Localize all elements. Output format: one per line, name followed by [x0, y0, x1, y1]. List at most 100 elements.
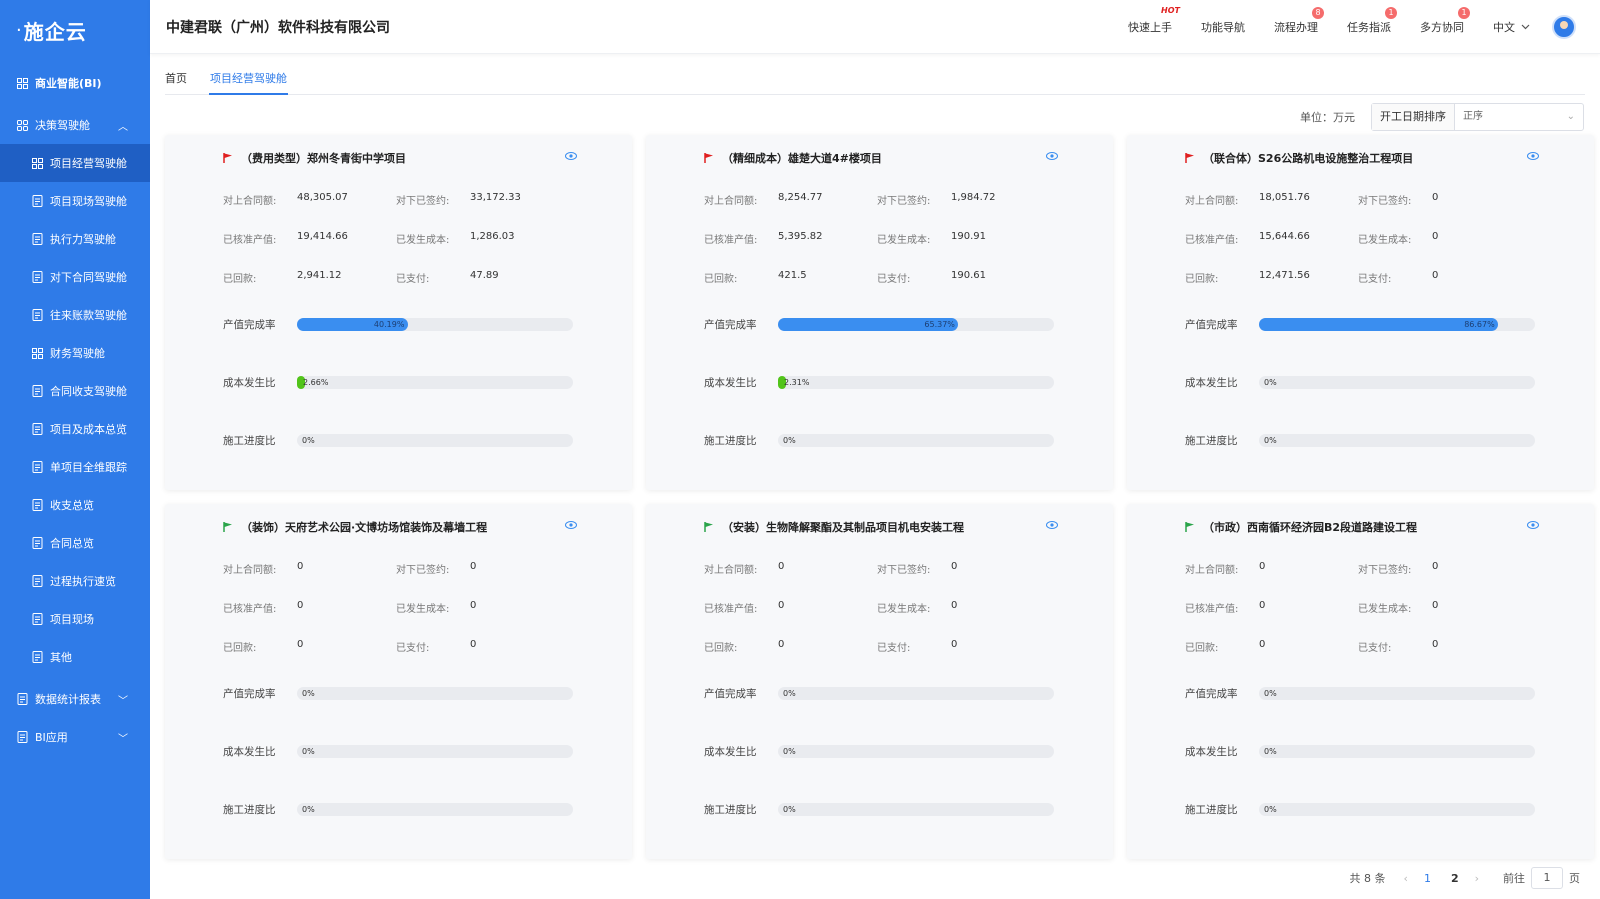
metric-received: 已回款: 2,941.12: [223, 270, 342, 285]
progress-text: 0%: [302, 689, 315, 698]
metric-label: 对下已签约:: [396, 196, 450, 207]
next-page-icon[interactable]: ›: [1475, 872, 1479, 885]
metric-paid: 已支付: 0: [877, 639, 957, 654]
bar-label: 产值完成率: [704, 319, 757, 331]
metric-value: 0: [1432, 639, 1439, 650]
flag-icon: [1185, 153, 1194, 163]
progress-text: 0%: [783, 805, 796, 814]
project-card[interactable]: （精细成本）雄楚大道4#楼项目 对上合同额: 8,254.77 对下已签约: 1,984…: [646, 135, 1113, 490]
sidebar-item-4[interactable]: 执行力驾驶舱: [0, 220, 150, 258]
progress-text: 0%: [783, 689, 796, 698]
metric-label: 已回款:: [223, 643, 257, 654]
metric-label: 已回款:: [1185, 274, 1219, 285]
sidebar-item-14[interactable]: 项目现场: [0, 600, 150, 638]
metric-value: 48,305.07: [297, 192, 348, 203]
project-card[interactable]: （安装）生物降解聚酯及其制品项目机电安装工程 对上合同额: 0 对下已签约: 0 已核准产…: [646, 504, 1113, 859]
sidebar-item-17[interactable]: BI应用 ﹀: [0, 718, 150, 756]
sidebar-item-label: 对下合同驾驶舱: [50, 271, 127, 284]
metric-value: 421.5: [778, 270, 807, 281]
project-card[interactable]: （费用类型）郑州冬青街中学项目 对上合同额: 48,305.07 对下已签约: 33,1…: [165, 135, 632, 490]
metric-paid: 已支付: 0: [396, 639, 476, 654]
bar-cost_ratio: 成本发生比 0%: [223, 744, 573, 759]
prev-page-icon[interactable]: ‹: [1404, 872, 1408, 885]
project-card[interactable]: （联合体）S26公路机电设施整治工程项目 对上合同额: 18,051.76 对下已签约…: [1127, 135, 1594, 490]
sidebar-item-13[interactable]: 过程执行速览: [0, 562, 150, 600]
sidebar-item-11[interactable]: 收支总览: [0, 486, 150, 524]
flag-icon: [1185, 522, 1194, 532]
nav-quick-start-label: 快速上手: [1128, 21, 1172, 34]
metric-label: 对下已签约:: [1358, 196, 1412, 207]
progress-track: 0%: [297, 687, 573, 700]
tab-project-cockpit[interactable]: 项目经营驾驶舱: [209, 60, 288, 95]
toolbar: 单位：万元 开工日期排序 正序 ⌄: [1300, 103, 1584, 131]
sidebar-item-0[interactable]: 商业智能(BI): [0, 60, 150, 106]
goto-page-input[interactable]: 1: [1531, 867, 1563, 889]
tab-home[interactable]: 首页: [165, 60, 187, 95]
sidebar-item-2[interactable]: 项目经营驾驶舱: [0, 144, 150, 182]
metric-approved_output: 已核准产值: 15,644.66: [1185, 231, 1310, 246]
project-card[interactable]: （装饰）天府艺术公园·文博坊场馆装饰及幕墙工程 对上合同额: 0 对下已签约: 0 已核准…: [165, 504, 632, 859]
sidebar-item-16[interactable]: 数据统计报表 ﹀: [0, 680, 150, 718]
metric-value: 0: [951, 561, 958, 572]
cube-icon: [30, 650, 44, 664]
sidebar-item-label: 项目现场驾驶舱: [50, 195, 127, 208]
metric-value: 0: [778, 561, 785, 572]
dashboard-icon: [15, 118, 29, 132]
sidebar-item-label: 过程执行速览: [50, 575, 116, 588]
logo[interactable]: · 施企云: [0, 0, 150, 60]
nav-function-guide[interactable]: 功能导航: [1201, 19, 1245, 35]
progress-track: 2.66%: [297, 376, 573, 389]
eye-icon[interactable]: [565, 152, 577, 160]
page-1[interactable]: 1: [1424, 872, 1431, 885]
nav-quick-start[interactable]: 快速上手 HOT: [1128, 6, 1180, 35]
company-name: 中建君联（广州）软件科技有限公司: [166, 19, 390, 36]
project-card[interactable]: （市政）西南循环经济园B2段道路建设工程 对上合同额: 0 对下已签约: 0 已核准产值:…: [1127, 504, 1594, 859]
metric-label: 已回款:: [704, 643, 738, 654]
sidebar-item-7[interactable]: 财务驾驶舱: [0, 334, 150, 372]
metric-label: 对上合同额:: [704, 565, 758, 576]
bar-label: 产值完成率: [223, 688, 276, 700]
sidebar-item-15[interactable]: 其他: [0, 638, 150, 676]
sidebar-item-12[interactable]: 合同总览: [0, 524, 150, 562]
logo-dot: ·: [16, 19, 22, 41]
progress-text: 2.66%: [303, 378, 329, 387]
metric-paid: 已支付: 47.89: [396, 270, 499, 285]
metric-label: 对下已签约:: [396, 565, 450, 576]
page-2[interactable]: 2: [1451, 872, 1459, 885]
sort-order-select[interactable]: 正序 ⌄: [1455, 104, 1583, 130]
language-selector[interactable]: 中文: [1493, 19, 1530, 35]
sidebar-item-label: BI应用: [35, 731, 68, 744]
user-avatar[interactable]: [1552, 15, 1576, 39]
sidebar-item-8[interactable]: 合同收支驾驶舱: [0, 372, 150, 410]
nav-collaboration[interactable]: 多方协同 1: [1420, 7, 1470, 35]
progress-text: 0%: [1264, 747, 1277, 756]
metric-value: 18,051.76: [1259, 192, 1310, 203]
metric-value: 8,254.77: [778, 192, 823, 203]
contract-icon: [30, 536, 44, 550]
sidebar-item-3[interactable]: 项目现场驾驶舱: [0, 182, 150, 220]
metric-value: 0: [1432, 561, 1439, 572]
metric-received: 已回款: 0: [223, 639, 303, 654]
metric-label: 已核准产值:: [704, 235, 758, 246]
nav-process-handling[interactable]: 流程办理 8: [1274, 7, 1324, 35]
progress-text: 0%: [1264, 436, 1277, 445]
progress-text: 0%: [783, 436, 796, 445]
eye-icon[interactable]: [565, 521, 577, 529]
eye-icon[interactable]: [1527, 152, 1539, 160]
sidebar-item-5[interactable]: 对下合同驾驶舱: [0, 258, 150, 296]
sidebar-item-6[interactable]: 往来账款驾驶舱: [0, 296, 150, 334]
bar-label: 成本发生比: [223, 746, 276, 758]
metric-label: 已核准产值:: [223, 604, 277, 615]
sidebar-item-9[interactable]: 项目及成本总览: [0, 410, 150, 448]
metric-contract_up: 对上合同额: 18,051.76: [1185, 192, 1310, 207]
eye-icon[interactable]: [1527, 521, 1539, 529]
eye-icon[interactable]: [1046, 152, 1058, 160]
eye-icon[interactable]: [1046, 521, 1058, 529]
sidebar-item-1[interactable]: 决策驾驶舱 ︿: [0, 106, 150, 144]
metric-value: 0: [1432, 270, 1439, 281]
metric-received: 已回款: 12,471.56: [1185, 270, 1310, 285]
sidebar-item-label: 项目经营驾驶舱: [50, 157, 127, 170]
sidebar-item-10[interactable]: 单项目全维跟踪: [0, 448, 150, 486]
nav-task-assign[interactable]: 任务指派 1: [1347, 7, 1397, 35]
metric-label: 已核准产值:: [223, 235, 277, 246]
